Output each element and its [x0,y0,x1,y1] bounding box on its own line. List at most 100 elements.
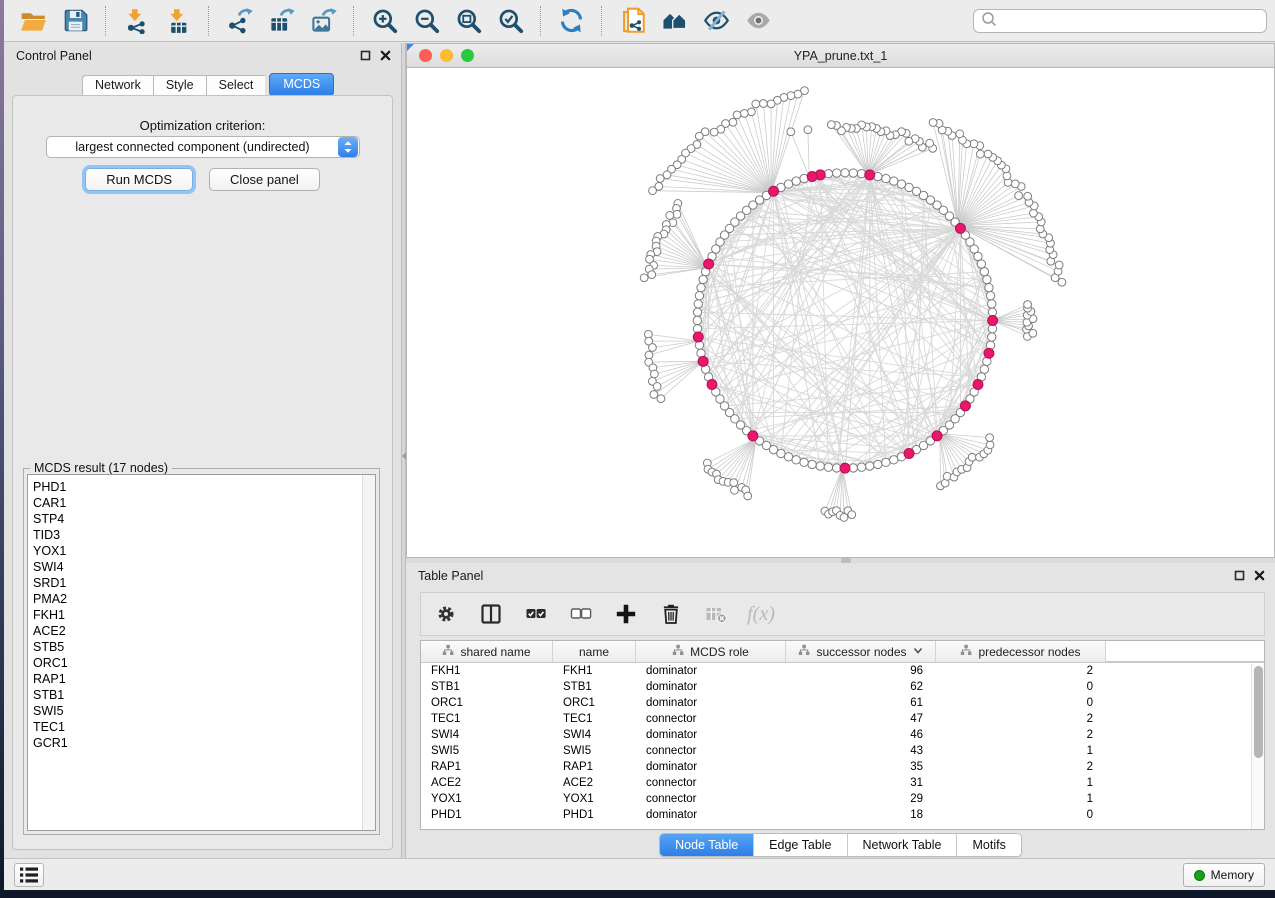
table-cell[interactable]: ACE2 [553,775,636,791]
tab-motifs[interactable]: Motifs [957,834,1020,856]
column-header-MCDS-role[interactable]: MCDS role [636,641,786,662]
mcds-result-list[interactable]: PHD1CAR1STP4TID3YOX1SWI4SRD1PMA2FKH1ACE2… [27,474,376,831]
table-cell[interactable]: dominator [636,679,786,695]
table-cell[interactable]: connector [636,775,786,791]
table-cell[interactable]: SWI4 [421,727,553,743]
table-cell[interactable]: RAP1 [421,759,553,775]
table-cell[interactable]: 0 [936,695,1106,711]
table-cell[interactable]: dominator [636,727,786,743]
close-panel-icon[interactable] [380,50,391,61]
zoom-in-icon[interactable] [367,4,401,38]
table-cell[interactable]: dominator [636,695,786,711]
trash-icon[interactable] [656,599,686,629]
mcds-result-node[interactable]: FKH1 [33,607,375,623]
result-list-scrollbar[interactable] [362,475,375,830]
table-scrollbar-thumb[interactable] [1254,666,1263,758]
refresh-icon[interactable] [554,4,588,38]
table-cell[interactable]: 35 [786,759,936,775]
share-document-icon[interactable] [615,4,649,38]
mcds-result-node[interactable]: GCR1 [33,735,375,751]
close-panel-button[interactable]: Close panel [209,168,320,191]
import-network-icon[interactable] [119,4,153,38]
mcds-result-node[interactable]: CAR1 [33,495,375,511]
table-row[interactable]: FKH1FKH1dominator962 [421,663,1264,679]
tab-edge-table[interactable]: Edge Table [754,834,847,856]
save-icon[interactable] [58,4,92,38]
table-cell[interactable]: 2 [936,663,1106,679]
mcds-result-node[interactable]: ORC1 [33,655,375,671]
table-cell[interactable]: connector [636,711,786,727]
table-row[interactable]: ACE2ACE2connector311 [421,775,1264,791]
table-cell[interactable]: YOX1 [553,791,636,807]
float-panel-icon[interactable] [360,50,371,61]
table-cell[interactable]: connector [636,743,786,759]
mcds-result-node[interactable]: STB5 [33,639,375,655]
table-cell[interactable]: 0 [936,807,1106,823]
zoom-fit-icon[interactable] [451,4,485,38]
table-cell[interactable]: 47 [786,711,936,727]
table-row[interactable]: PHD1PHD1dominator180 [421,807,1264,823]
table-row[interactable]: SWI4SWI4dominator462 [421,727,1264,743]
table-row[interactable]: ORC1ORC1dominator610 [421,695,1264,711]
search-box[interactable] [973,9,1267,33]
table-cell[interactable]: 18 [786,807,936,823]
table-cell[interactable]: 2 [936,759,1106,775]
table-cell[interactable]: 31 [786,775,936,791]
mcds-result-node[interactable]: SWI4 [33,559,375,575]
table-cell[interactable]: SWI5 [421,743,553,759]
table-row[interactable]: SWI5SWI5connector431 [421,743,1264,759]
table-cell[interactable]: 1 [936,743,1106,759]
houses-icon[interactable] [657,4,691,38]
criterion-dropdown[interactable]: largest connected component (undirected) [46,136,360,158]
zoom-out-icon[interactable] [409,4,443,38]
export-image-icon[interactable] [306,4,340,38]
mcds-result-node[interactable]: YOX1 [33,543,375,559]
mcds-result-node[interactable]: TID3 [33,527,375,543]
tab-network[interactable]: Network [82,75,153,96]
deselect-all-icon[interactable] [566,599,596,629]
table-row[interactable]: YOX1YOX1connector291 [421,791,1264,807]
table-cell[interactable]: TEC1 [421,711,553,727]
run-mcds-button[interactable]: Run MCDS [85,168,193,191]
table-cell[interactable]: ORC1 [553,695,636,711]
table-cell[interactable]: ACE2 [421,775,553,791]
mcds-result-node[interactable]: PHD1 [33,479,375,495]
table-cell[interactable]: 46 [786,727,936,743]
table-scrollbar[interactable] [1251,664,1264,829]
zoom-selected-icon[interactable] [493,4,527,38]
gear-icon[interactable] [431,599,461,629]
network-canvas[interactable] [407,68,1274,557]
table-row[interactable]: RAP1RAP1dominator352 [421,759,1264,775]
search-input[interactable] [1001,14,1260,28]
table-cell[interactable]: dominator [636,759,786,775]
tab-select[interactable]: Select [206,75,266,96]
mcds-result-node[interactable]: STB1 [33,687,375,703]
panel-list-button[interactable] [14,863,44,887]
close-table-panel-icon[interactable] [1254,570,1265,581]
table-cell[interactable]: YOX1 [421,791,553,807]
table-row[interactable]: TEC1TEC1connector472 [421,711,1264,727]
mcds-result-node[interactable]: RAP1 [33,671,375,687]
table-cell[interactable]: 62 [786,679,936,695]
network-window-titlebar[interactable]: YPA_prune.txt_1 [407,44,1274,68]
mcds-result-node[interactable]: SRD1 [33,575,375,591]
table-cell[interactable]: 0 [936,679,1106,695]
tab-style[interactable]: Style [153,75,206,96]
table-cell[interactable]: SWI5 [553,743,636,759]
tab-mcds[interactable]: MCDS [269,73,334,96]
mcds-result-node[interactable]: ACE2 [33,623,375,639]
open-folder-icon[interactable] [16,4,50,38]
table-row[interactable]: STB1STB1dominator620 [421,679,1264,695]
column-header-shared-name[interactable]: shared name [421,641,553,662]
export-network-icon[interactable] [222,4,256,38]
table-cell[interactable]: connector [636,791,786,807]
show-eye-icon[interactable] [741,4,775,38]
table-cell[interactable]: FKH1 [553,663,636,679]
table-cell[interactable]: PHD1 [553,807,636,823]
mcds-result-node[interactable]: SWI5 [33,703,375,719]
float-table-panel-icon[interactable] [1234,570,1245,581]
select-all-icon[interactable] [521,599,551,629]
mcds-result-node[interactable]: TEC1 [33,719,375,735]
table-cell[interactable]: 2 [936,727,1106,743]
table-cell[interactable]: ORC1 [421,695,553,711]
